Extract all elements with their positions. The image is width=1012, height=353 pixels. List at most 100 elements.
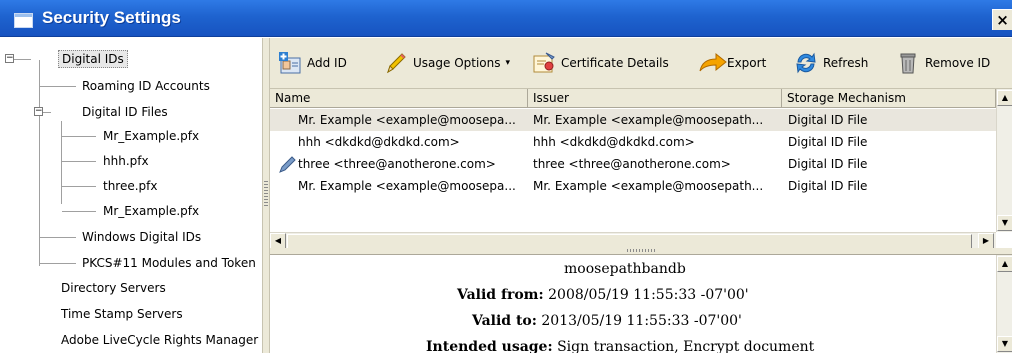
column-header-storage[interactable]: Storage Mechanism (782, 89, 996, 108)
scroll-right-arrow-icon[interactable]: ▶ (978, 233, 994, 249)
tree-connector (40, 237, 76, 238)
certificate-details-label: Certificate Details (561, 56, 669, 70)
right-panel: Add ID Usage Options ▾ Certificate Detai… (270, 38, 1012, 353)
detail-intended-usage: Intended usage: Sign transaction, Encryp… (426, 339, 814, 353)
close-button[interactable]: × (992, 9, 1012, 30)
cell-storage: Digital ID File (788, 179, 868, 193)
scroll-up-arrow-icon[interactable]: ▲ (997, 90, 1012, 106)
cell-storage: Digital ID File (788, 157, 868, 171)
detail-valid-to: Valid to: 2013/05/19 11:55:33 -07'00' (472, 313, 742, 329)
cell-issuer: three <three@anotherone.com> (533, 157, 731, 171)
column-header-issuer[interactable]: Issuer (528, 89, 782, 108)
scroll-left-arrow-icon[interactable]: ◀ (270, 233, 286, 249)
cell-name: three <three@anotherone.com> (298, 157, 496, 171)
tree-connector (62, 186, 96, 187)
detail-valid-from: Valid from: 2008/05/19 11:55:33 -07'00' (457, 287, 749, 303)
export-button[interactable]: Export (698, 50, 766, 76)
pencil-icon (384, 51, 408, 75)
tree-item-digital-id-files[interactable]: Digital ID Files (79, 102, 171, 122)
tree-item-time-stamp-servers[interactable]: Time Stamp Servers (58, 304, 186, 324)
tree-connector (62, 211, 96, 212)
scroll-up-arrow-icon[interactable]: ▲ (997, 256, 1012, 272)
cell-storage: Digital ID File (788, 135, 868, 149)
remove-id-label: Remove ID (925, 56, 991, 70)
detail-organization: moosepathbandb (564, 261, 686, 277)
refresh-button[interactable]: Refresh (794, 50, 868, 76)
tree-item-windows-digital-ids[interactable]: Windows Digital IDs (79, 227, 204, 247)
cell-name: Mr. Example <example@moosepa... (298, 113, 516, 127)
tree-connector (40, 86, 76, 87)
tree-connector (39, 60, 40, 266)
table-row[interactable]: hhh <dkdkd@dkdkd.com> hhh <dkdkd@dkdkd.c… (270, 131, 996, 153)
column-header-name[interactable]: Name (270, 89, 528, 108)
export-label: Export (727, 56, 767, 70)
tree-connector (61, 121, 62, 204)
tree-item-pkcs11-modules[interactable]: PKCS#11 Modules and Token (79, 253, 259, 273)
tree-item-mr-example-pfx-2[interactable]: Mr_Example.pfx (100, 201, 202, 221)
valid-from-value: 2008/05/19 11:55:33 -07'00' (548, 287, 749, 303)
collapse-icon[interactable]: − (34, 107, 43, 116)
cell-issuer: hhh <dkdkd@dkdkd.com> (533, 135, 695, 149)
tree-item-label: hhh.pfx (103, 154, 149, 168)
details-vertical-scrollbar[interactable]: ▲ ▼ (996, 255, 1012, 353)
tree-item-label: PKCS#11 Modules and Token (82, 256, 256, 270)
export-arrow-icon (698, 51, 727, 75)
collapse-icon[interactable]: − (5, 54, 14, 63)
tree-item-label: Adobe LiveCycle Rights Manager (61, 333, 259, 347)
valid-to-value: 2013/05/19 11:55:33 -07'00' (541, 313, 742, 329)
tree-item-label: Directory Servers (61, 281, 166, 295)
tree-item-adobe-livecycle[interactable]: Adobe LiveCycle Rights Manager (58, 330, 261, 350)
cell-storage: Digital ID File (788, 113, 868, 127)
trash-icon (896, 51, 920, 75)
signing-pen-icon (278, 153, 296, 175)
digital-id-table: Name Issuer Storage Mechanism Mr. Exampl… (270, 88, 1012, 249)
toolbar: Add ID Usage Options ▾ Certificate Detai… (270, 38, 1012, 88)
window-title: Security Settings (42, 8, 181, 27)
dropdown-arrow-icon: ▾ (505, 58, 511, 68)
tree-item-label: Windows Digital IDs (82, 230, 202, 244)
tree-item-label: Digital IDs (58, 50, 128, 68)
splitter-grip (264, 181, 268, 207)
tree-item-label: Mr_Example.pfx (103, 129, 200, 143)
cell-name: hhh <dkdkd@dkdkd.com> (298, 135, 460, 149)
table-horizontal-scrollbar[interactable]: ◀ ▶ (270, 232, 996, 249)
tree-item-three-pfx[interactable]: three.pfx (100, 176, 161, 196)
title-bar: Security Settings (0, 0, 1012, 37)
remove-id-button[interactable]: Remove ID (896, 50, 990, 76)
table-vertical-scrollbar[interactable]: ▲ ▼ (996, 89, 1012, 232)
valid-from-label: Valid from: (457, 287, 544, 303)
table-row[interactable]: Mr. Example <example@moosepa... Mr. Exam… (270, 175, 996, 197)
table-header: Name Issuer Storage Mechanism (270, 89, 996, 108)
intended-usage-value: Sign transaction, Encrypt document (557, 339, 815, 353)
intended-usage-label: Intended usage: (426, 339, 553, 353)
tree-connector (62, 161, 96, 162)
tree-connector (40, 263, 76, 264)
tree-item-label: Roaming ID Accounts (82, 79, 210, 93)
cell-name: Mr. Example <example@moosepa... (298, 179, 516, 193)
vertical-splitter[interactable] (262, 38, 270, 353)
add-id-label: Add ID (307, 56, 347, 70)
valid-to-label: Valid to: (472, 313, 537, 329)
usage-options-label: Usage Options (413, 56, 501, 70)
certificate-details-pane: moosepathbandb Valid from: 2008/05/19 11… (270, 254, 1012, 353)
add-id-icon (278, 51, 302, 75)
certificate-details-button[interactable]: Certificate Details (532, 50, 669, 76)
tree-item-label: Digital ID Files (82, 105, 168, 119)
refresh-icon (794, 51, 818, 75)
scroll-down-arrow-icon[interactable]: ▼ (997, 336, 1012, 352)
add-id-button[interactable]: Add ID (278, 50, 347, 76)
scroll-down-arrow-icon[interactable]: ▼ (997, 215, 1012, 231)
tree-item-mr-example-pfx[interactable]: Mr_Example.pfx (100, 126, 202, 146)
tree-item-hhh-pfx[interactable]: hhh.pfx (100, 151, 152, 171)
table-row[interactable]: three <three@anotherone.com> three <thre… (270, 153, 996, 175)
usage-options-button[interactable]: Usage Options ▾ (384, 50, 510, 76)
horizontal-scroll-thumb[interactable] (287, 234, 972, 249)
table-row[interactable]: Mr. Example <example@moosepa... Mr. Exam… (270, 109, 996, 131)
window-icon (14, 13, 33, 28)
tree-item-roaming-id-accounts[interactable]: Roaming ID Accounts (79, 76, 213, 96)
settings-tree: − − Digital IDs Roaming ID Accounts Digi… (0, 38, 262, 353)
tree-item-label: Mr_Example.pfx (103, 204, 200, 218)
tree-item-label: Time Stamp Servers (61, 307, 183, 321)
tree-item-directory-servers[interactable]: Directory Servers (58, 278, 169, 298)
tree-item-digital-ids[interactable]: Digital IDs (58, 49, 128, 69)
